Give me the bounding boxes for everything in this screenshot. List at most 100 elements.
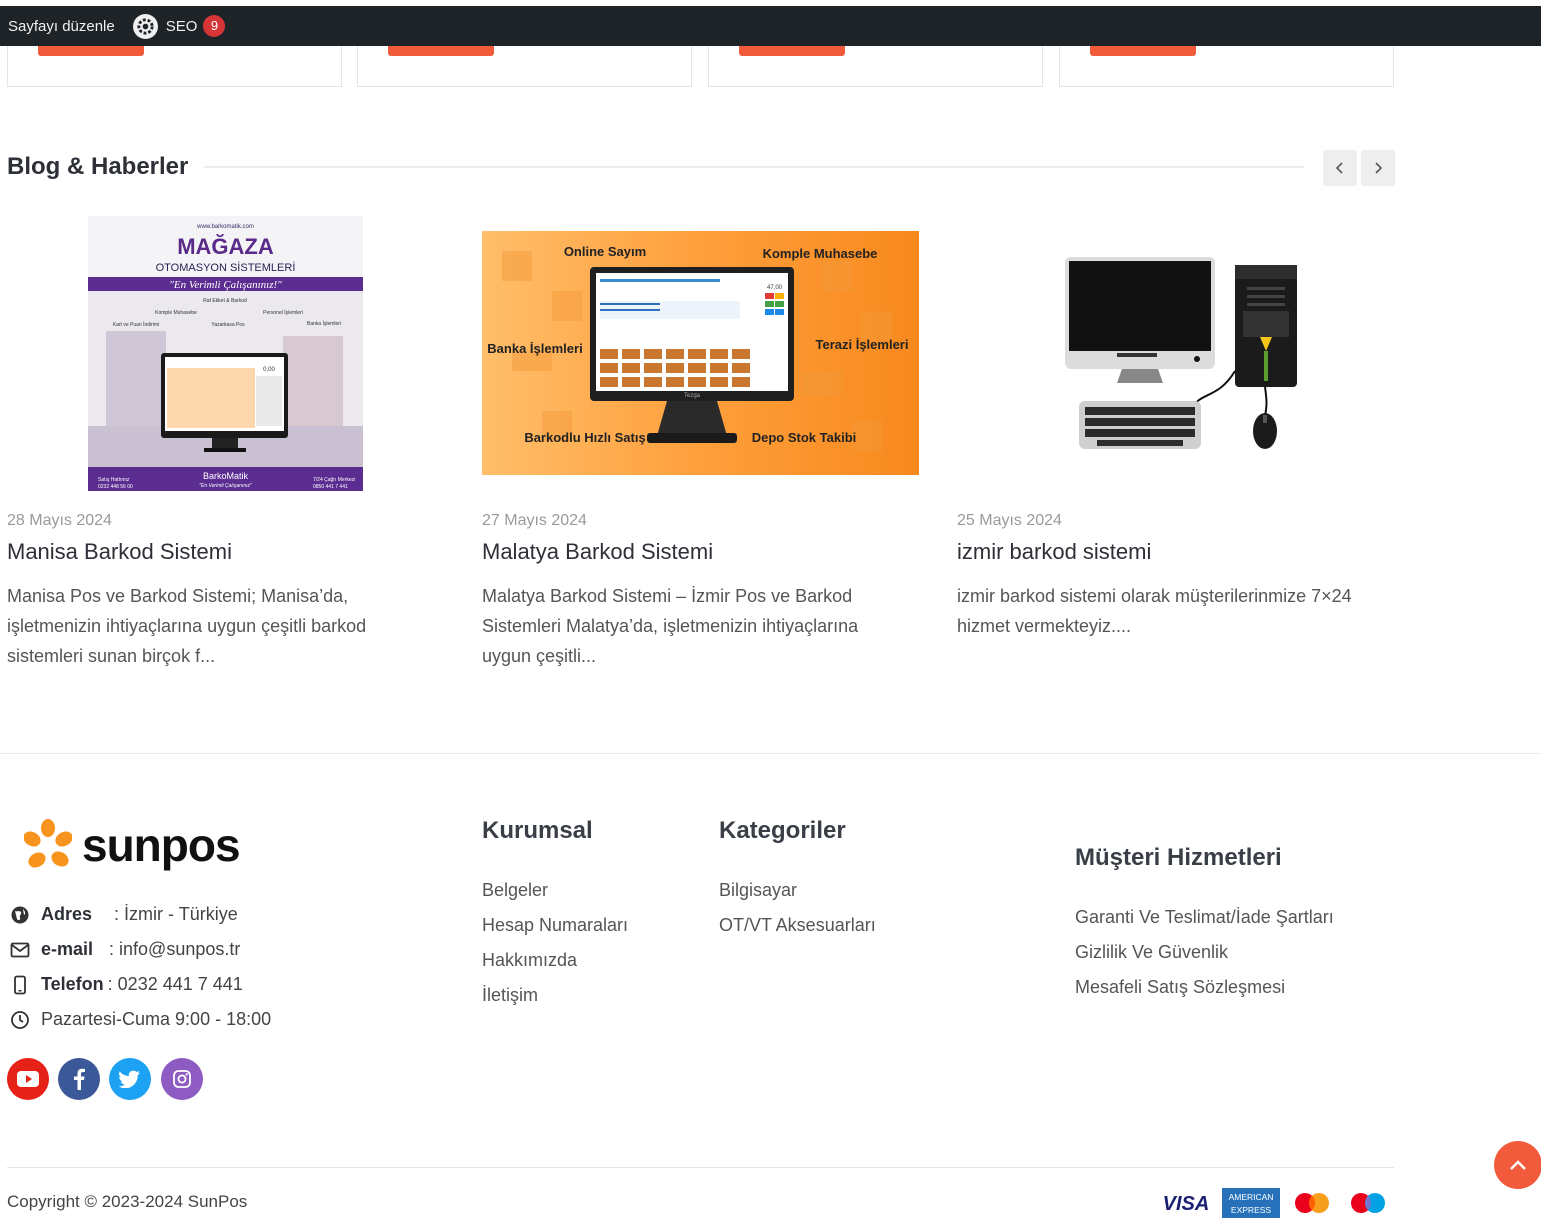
- seo-menu[interactable]: SEO 9: [132, 6, 226, 46]
- img2-label: Komple Muhasebe: [763, 246, 878, 261]
- amex-top-text: AMERICAN: [1229, 1192, 1274, 1202]
- post-excerpt: Manisa Pos ve Barkod Sistemi; Manisa’da,…: [7, 586, 367, 666]
- footer-divider: [0, 753, 1541, 754]
- email-value[interactable]: : info@sunpos.tr: [109, 939, 240, 960]
- bottom-divider: [7, 1167, 1394, 1168]
- img1-sales-phone: 0232 448 56 00: [98, 484, 133, 490]
- seo-gear-icon: [132, 13, 158, 39]
- post-date: 27 Mayıs 2024: [482, 512, 587, 529]
- address-value: : İzmir - Türkiye: [114, 904, 238, 924]
- img1-site: www.barkomatik.com: [196, 224, 254, 230]
- footer-link-mesafeli-satis[interactable]: Mesafeli Satış Sözleşmesi: [1075, 977, 1285, 998]
- youtube-icon: [17, 1071, 39, 1087]
- img1-support-phone: 0850 441 7 441: [313, 484, 348, 490]
- visa-text: VISA: [1163, 1193, 1210, 1215]
- post-title[interactable]: Manisa Barkod Sistemi: [7, 539, 232, 565]
- img1-brand-slogan: "En Verimli Çalışanınız": [199, 483, 252, 489]
- img1-sales-label: Satış Hattımız: [98, 477, 130, 483]
- post-excerpt: izmir barkod sistemi olarak müşterilerin…: [957, 586, 1352, 636]
- img1-brand: BarkoMatik: [203, 471, 249, 481]
- contact-phone: Telefon : 0232 441 7 441: [10, 974, 243, 995]
- footer-link-gizlilik[interactable]: Gizlilik Ve Güvenlik: [1075, 942, 1228, 963]
- post-excerpt: Malatya Barkod Sistemi – İzmir Pos ve Ba…: [482, 586, 859, 666]
- clock-icon: [11, 1010, 29, 1029]
- img1-support-label: 7/24 Çağrı Merkezi: [313, 477, 355, 483]
- footer-link-hakkimizda[interactable]: Hakkımızda: [482, 950, 577, 971]
- amex-logo: AMERICAN EXPRESS: [1222, 1188, 1280, 1222]
- img2-label: Terazi İşlemleri: [816, 337, 909, 352]
- instagram-link[interactable]: [161, 1058, 203, 1100]
- brand-name: sunpos: [82, 819, 241, 871]
- footer-link-garanti[interactable]: Garanti Ve Teslimat/İade Şartları: [1075, 907, 1334, 928]
- kategoriler-heading: Kategoriler: [719, 817, 846, 844]
- product-card: [1059, 40, 1394, 87]
- add-to-cart-button[interactable]: [739, 46, 845, 56]
- title-divider: [204, 166, 1304, 168]
- product-card: [7, 40, 342, 87]
- contact-address: Adres : İzmir - Türkiye: [10, 904, 238, 925]
- footer-link-bilgisayar[interactable]: Bilgisayar: [719, 880, 797, 901]
- musteri-hizmetleri-heading: Müşteri Hizmetleri: [1075, 844, 1282, 871]
- footer-logo[interactable]: sunpos: [24, 818, 241, 872]
- maestro-logo: [1348, 1190, 1388, 1221]
- img2-screen-total: 47,00: [767, 285, 783, 291]
- footer-link-hesap-numaralari[interactable]: Hesap Numaraları: [482, 915, 628, 936]
- back-to-top-button[interactable]: [1494, 1141, 1541, 1189]
- img1-slogan: "En Verimli Çalışanınız!": [169, 279, 282, 291]
- edit-page-label: Sayfayı düzenle: [8, 17, 115, 35]
- post-title[interactable]: Malatya Barkod Sistemi: [482, 539, 713, 565]
- instagram-icon: [173, 1070, 191, 1088]
- add-to-cart-button[interactable]: [388, 46, 494, 56]
- blog-section-title: Blog & Haberler: [7, 153, 189, 180]
- envelope-icon: [10, 942, 30, 957]
- img1-headline: MAĞAZA: [177, 234, 274, 259]
- img2-label: Barkodlu Hızlı Satış: [524, 430, 645, 445]
- post-date: 25 Mayıs 2024: [957, 512, 1062, 529]
- img1-feature: Yazarkasa Pos: [211, 322, 245, 328]
- edit-page-link[interactable]: Sayfayı düzenle: [0, 6, 115, 46]
- footer-link-otvt-aksesuarlari[interactable]: OT/VT Aksesuarları: [719, 915, 876, 936]
- seo-label: SEO: [165, 17, 198, 35]
- blog-image-manisa[interactable]: www.barkomatik.com MAĞAZA OTOMASYON SİST…: [88, 216, 363, 491]
- add-to-cart-button[interactable]: [1090, 46, 1196, 56]
- post-date: 28 Mayıs 2024: [7, 512, 112, 529]
- youtube-link[interactable]: [7, 1058, 49, 1100]
- post-title[interactable]: izmir barkod sistemi: [957, 539, 1151, 565]
- visa-logo: VISA: [1162, 1190, 1210, 1221]
- chevron-right-icon: [1375, 162, 1383, 174]
- hours-value: Pazartesi-Cuma 9:00 - 18:00: [41, 1009, 272, 1029]
- product-card: [357, 40, 692, 87]
- carousel-next-button[interactable]: [1361, 150, 1395, 186]
- footer-link-belgeler[interactable]: Belgeler: [482, 880, 548, 901]
- chevron-left-icon: [1335, 162, 1343, 174]
- admin-bar: Sayfayı düzenle SEO 9: [0, 6, 1541, 46]
- img1-feature: Banka İşlemleri: [307, 320, 341, 327]
- footer-link-iletisim[interactable]: İletişim: [482, 985, 538, 1006]
- img1-feature: Komple Muhasebe: [155, 310, 197, 316]
- img2-label: Banka İşlemleri: [487, 341, 582, 356]
- facebook-link[interactable]: [58, 1058, 100, 1100]
- sunpos-flower-icon: [24, 819, 72, 868]
- address-label: Adres: [41, 904, 93, 924]
- blog-image-izmir[interactable]: [1057, 251, 1307, 456]
- globe-icon: [11, 906, 29, 923]
- img1-screen-total: 0,00: [263, 367, 275, 373]
- contact-email: e-mail : info@sunpos.tr: [10, 939, 240, 960]
- add-to-cart-button[interactable]: [38, 46, 144, 56]
- img1-feature: Personel İşlemleri: [263, 309, 303, 316]
- product-card: [708, 40, 1043, 87]
- carousel-prev-button[interactable]: [1323, 150, 1357, 186]
- img1-sub: OTOMASYON SİSTEMLERİ: [156, 261, 296, 274]
- copyright-text: Copyright © 2023-2024 SunPos: [7, 1192, 248, 1211]
- phone-value[interactable]: : 0232 441 7 441: [108, 974, 243, 995]
- img2-device-brand: Tezga: [684, 393, 701, 399]
- kurumsal-heading: Kurumsal: [482, 817, 593, 844]
- phone-label: Telefon: [41, 974, 104, 994]
- facebook-icon: [74, 1068, 85, 1090]
- amex-bottom-text: EXPRESS: [1231, 1205, 1271, 1215]
- twitter-link[interactable]: [109, 1058, 151, 1100]
- email-label: e-mail: [41, 939, 94, 959]
- blog-image-malatya[interactable]: Online Sayım Komple Muhasebe Banka İşlem…: [482, 231, 919, 475]
- mobile-phone-icon: [14, 975, 26, 994]
- contact-hours: Pazartesi-Cuma 9:00 - 18:00: [10, 1009, 271, 1030]
